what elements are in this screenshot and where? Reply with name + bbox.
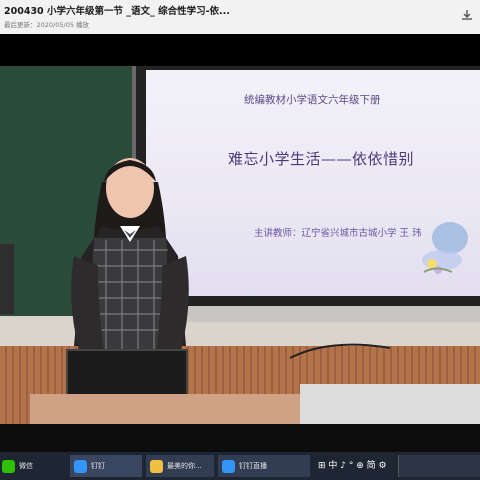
taskbar-item-label: 微信 (19, 462, 33, 470)
window-title: 200430 小学六年级第一节 _语文_ 综合性学习-依... (4, 6, 230, 17)
slide-main-title: 难忘小学生活——依依惜别 (228, 150, 415, 168)
side-control-upper (0, 244, 14, 280)
taskbar-item-wechat[interactable]: 微信 (2, 455, 64, 477)
folder-icon (150, 459, 163, 473)
taskbar-item-label: 钉钉直播 (239, 462, 267, 470)
desk (30, 394, 300, 424)
live-icon (222, 459, 235, 473)
dingtalk-icon (74, 459, 87, 473)
taskbar-item-label: 最美的你... (167, 462, 202, 470)
video-frame[interactable]: 统编教材小学语文六年级下册 难忘小学生活——依依惜别 主讲教师：辽宁省兴城市古城… (0, 66, 480, 424)
desk-right (300, 384, 480, 424)
cable (290, 343, 390, 359)
taskbar-item-dingtalk[interactable]: 钉钉 (70, 455, 142, 477)
flower-decoration-icon (422, 222, 468, 274)
window-subtitle: 最后更新：2020/05/05 播放 (4, 21, 90, 29)
slide-teacher-line: 主讲教师：辽宁省兴城市古城小学 王 玮 (254, 228, 422, 239)
taskbar-item-folder[interactable]: 最美的你... (146, 455, 214, 477)
download-icon[interactable] (460, 8, 474, 22)
window-titlebar: 200430 小学六年级第一节 _语文_ 综合性学习-依... 最后更新：202… (0, 0, 480, 35)
system-tray[interactable]: ⊞ 中 ♪ ° ⊕ 简 ⚙ (318, 458, 387, 471)
video-top-band (0, 34, 480, 66)
wechat-icon (2, 459, 15, 473)
laptop (66, 349, 188, 399)
side-control-lower (0, 278, 14, 314)
taskbar-clock-area[interactable] (398, 455, 480, 477)
taskbar-item-label: 钉钉 (91, 462, 105, 470)
taskbar-item-live[interactable]: 钉钉直播 (218, 455, 310, 477)
slide-top-line: 统编教材小学语文六年级下册 (244, 94, 381, 106)
